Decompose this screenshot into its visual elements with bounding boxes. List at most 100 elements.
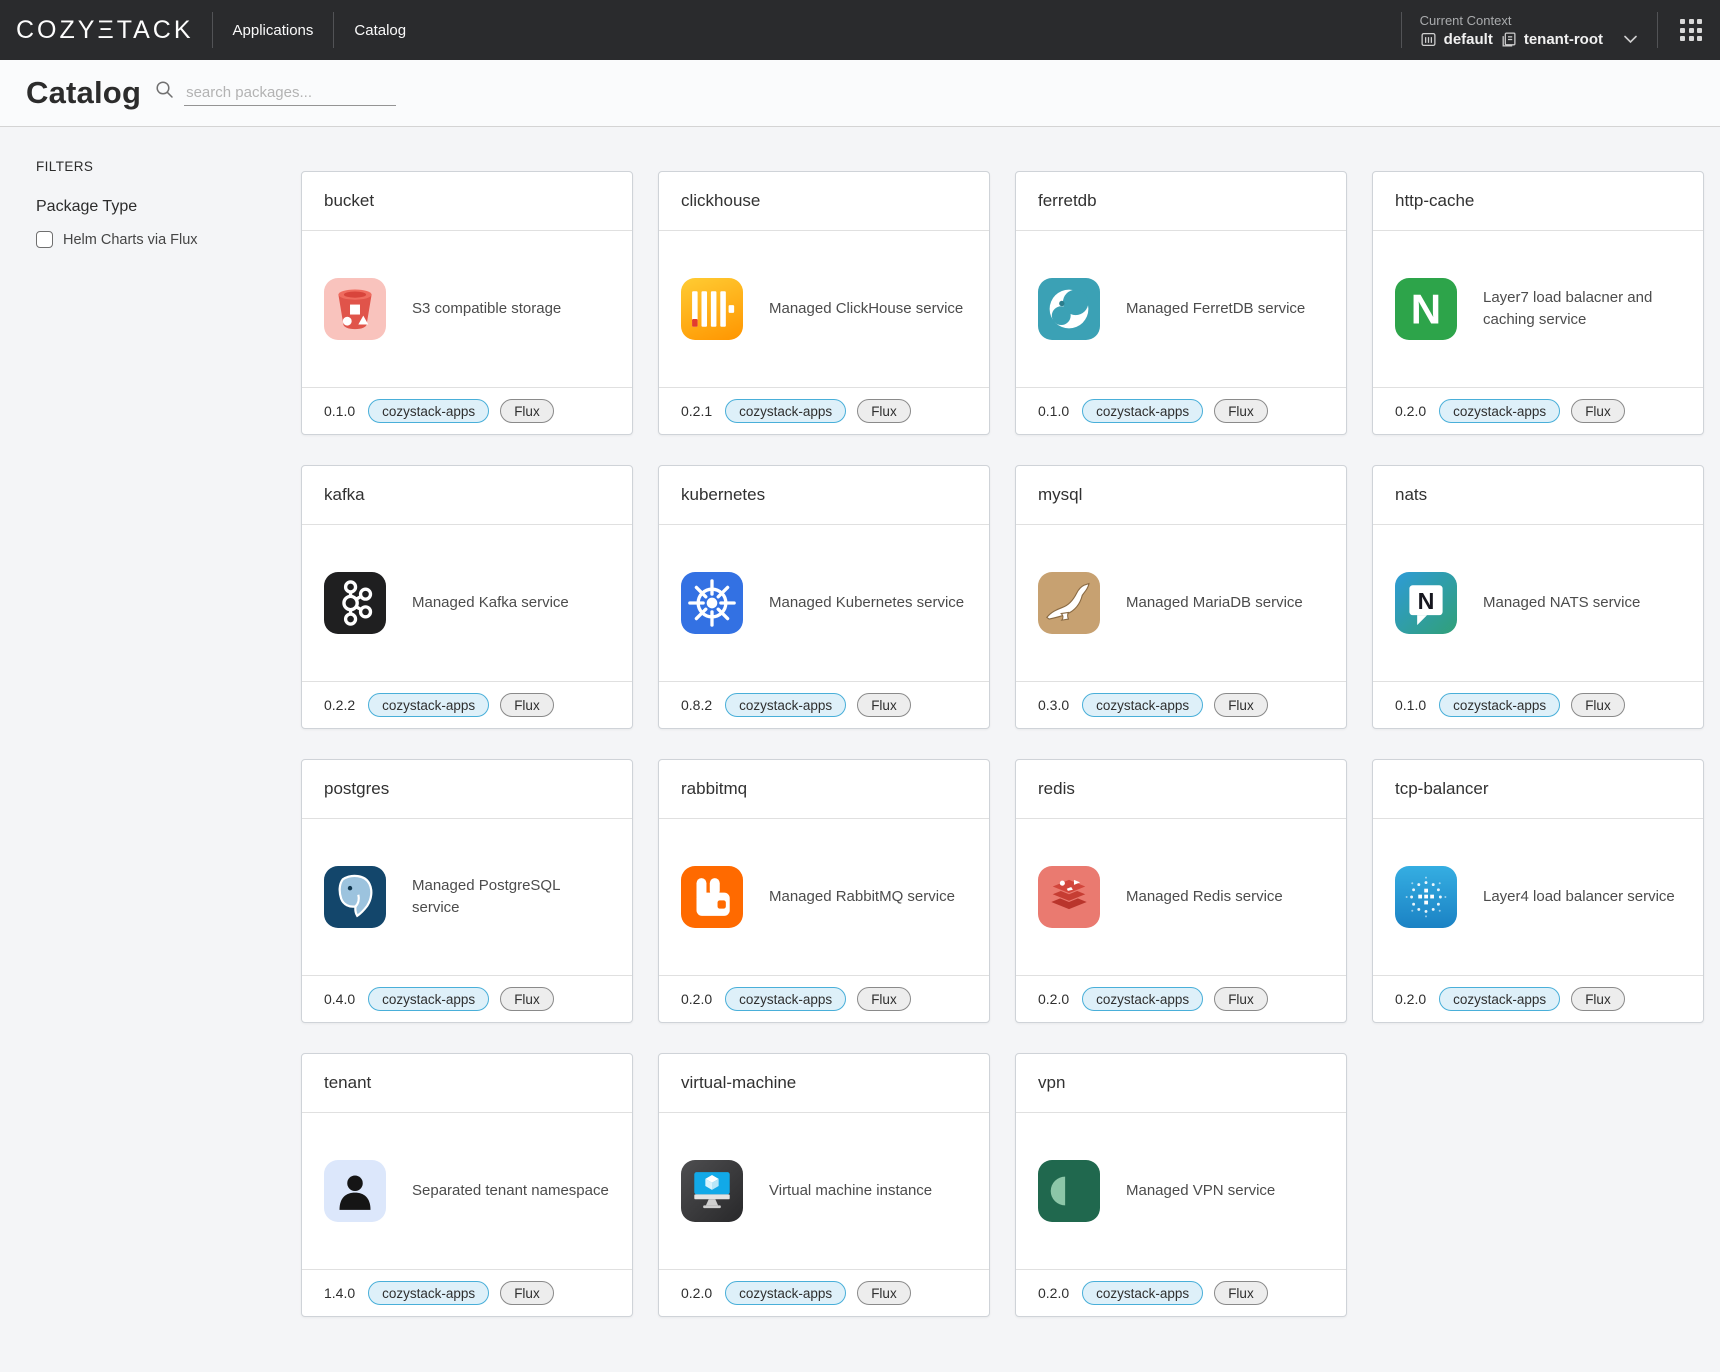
badge-flux: Flux	[1214, 987, 1268, 1011]
package-card-header: kafka	[302, 466, 632, 525]
package-name: mysql	[1038, 485, 1082, 504]
badge-cozystack-apps: cozystack-apps	[1082, 1281, 1203, 1305]
content-area: FILTERS Package Type Helm Charts via Flu…	[0, 127, 1720, 1317]
package-card[interactable]: kafka Managed Kafka service 0.2.2 cozyst…	[301, 465, 633, 729]
package-card-footer: 0.2.0 cozystack-appsFlux	[1373, 387, 1703, 434]
badge-flux: Flux	[1571, 693, 1625, 717]
kubernetes-icon	[681, 572, 743, 634]
package-card-footer: 0.1.0 cozystack-appsFlux	[302, 387, 632, 434]
cluster-icon	[1420, 31, 1437, 48]
package-description: Layer4 load balancer service	[1483, 886, 1675, 908]
rabbitmq-icon	[681, 866, 743, 928]
package-card-header: mysql	[1016, 466, 1346, 525]
package-card[interactable]: nats N Managed NATS service 0.1.0 cozyst…	[1372, 465, 1704, 729]
search-input[interactable]	[184, 80, 396, 106]
filter-option-label: Helm Charts via Flux	[63, 232, 198, 248]
package-card-body: Managed Kafka service	[302, 525, 632, 681]
package-version: 0.2.0	[1395, 991, 1426, 1007]
package-version: 0.1.0	[1038, 403, 1069, 419]
package-name: tcp-balancer	[1395, 779, 1489, 798]
package-card[interactable]: vpn Managed VPN service 0.2.0 cozystack-…	[1015, 1053, 1347, 1317]
helm-charts-checkbox[interactable]	[36, 231, 53, 248]
badge-flux: Flux	[857, 987, 911, 1011]
namespace-doc-icon	[1500, 31, 1517, 48]
package-card-body: Managed FerretDB service	[1016, 231, 1346, 387]
package-description: Separated tenant namespace	[412, 1180, 609, 1202]
package-name: postgres	[324, 779, 389, 798]
package-card-body: Managed Kubernetes service	[659, 525, 989, 681]
badge-cozystack-apps: cozystack-apps	[725, 693, 846, 717]
badge-cozystack-apps: cozystack-apps	[1439, 987, 1560, 1011]
filters-title: FILTERS	[36, 159, 301, 174]
package-card-header: bucket	[302, 172, 632, 231]
package-card[interactable]: rabbitmq Managed RabbitMQ service 0.2.0 …	[658, 759, 990, 1023]
package-description: Managed ClickHouse service	[769, 298, 963, 320]
badge-flux: Flux	[500, 693, 554, 717]
clickhouse-icon	[681, 278, 743, 340]
package-card[interactable]: tcp-balancer Layer4 load balancer servic…	[1372, 759, 1704, 1023]
filter-option-helm-charts[interactable]: Helm Charts via Flux	[36, 231, 301, 248]
package-card[interactable]: kubernetes Managed Kubernetes service 0.…	[658, 465, 990, 729]
package-card-footer: 0.2.0 cozystack-appsFlux	[659, 1269, 989, 1316]
package-version: 0.2.0	[1038, 991, 1069, 1007]
ferretdb-icon	[1038, 278, 1100, 340]
badge-flux: Flux	[1571, 987, 1625, 1011]
package-description: Managed VPN service	[1126, 1180, 1275, 1202]
package-version: 1.4.0	[324, 1285, 355, 1301]
package-card-body: Layer4 load balancer service	[1373, 819, 1703, 975]
app-grid-icon[interactable]	[1680, 19, 1702, 41]
package-description: Managed FerretDB service	[1126, 298, 1305, 320]
package-name: kubernetes	[681, 485, 765, 504]
package-card-header: clickhouse	[659, 172, 989, 231]
badge-flux: Flux	[1214, 1281, 1268, 1305]
package-card[interactable]: mysql Managed MariaDB service 0.3.0 cozy…	[1015, 465, 1347, 729]
package-card-header: rabbitmq	[659, 760, 989, 819]
cozystack-logo[interactable]: COZYΞTACK	[16, 16, 194, 45]
package-name: tenant	[324, 1073, 371, 1092]
package-card-body: Separated tenant namespace	[302, 1113, 632, 1269]
badge-cozystack-apps: cozystack-apps	[368, 1281, 489, 1305]
package-card-body: N Managed NATS service	[1373, 525, 1703, 681]
package-card-body: S3 compatible storage	[302, 231, 632, 387]
package-description: Managed Kubernetes service	[769, 592, 964, 614]
redis-icon	[1038, 866, 1100, 928]
package-description: Managed MariaDB service	[1126, 592, 1303, 614]
svg-text:N: N	[1418, 588, 1435, 614]
package-description: Managed NATS service	[1483, 592, 1640, 614]
badge-cozystack-apps: cozystack-apps	[1439, 693, 1560, 717]
package-card-body: Managed ClickHouse service	[659, 231, 989, 387]
package-description: Managed PostgreSQL service	[412, 875, 610, 919]
page-title: Catalog	[26, 75, 141, 111]
svg-text:N: N	[1411, 285, 1441, 332]
chevron-down-icon[interactable]	[1624, 35, 1637, 44]
package-card[interactable]: http-cache N Layer7 load balacner and ca…	[1372, 171, 1704, 435]
divider	[212, 12, 213, 48]
package-card[interactable]: postgres Managed PostgreSQL service 0.4.…	[301, 759, 633, 1023]
package-version: 0.1.0	[324, 403, 355, 419]
package-version: 0.2.0	[1038, 1285, 1069, 1301]
kafka-icon	[324, 572, 386, 634]
package-card[interactable]: tenant Separated tenant namespace 1.4.0 …	[301, 1053, 633, 1317]
package-card[interactable]: clickhouse Managed ClickHouse service 0.…	[658, 171, 990, 435]
divider	[333, 12, 334, 48]
package-name: virtual-machine	[681, 1073, 796, 1092]
package-name: ferretdb	[1038, 191, 1097, 210]
nav-catalog[interactable]: Catalog	[352, 18, 408, 43]
badge-cozystack-apps: cozystack-apps	[368, 987, 489, 1011]
package-card[interactable]: ferretdb Managed FerretDB service 0.1.0 …	[1015, 171, 1347, 435]
package-card-header: ferretdb	[1016, 172, 1346, 231]
package-card-body: N Layer7 load balacner and caching servi…	[1373, 231, 1703, 387]
badge-cozystack-apps: cozystack-apps	[1082, 693, 1203, 717]
package-name: bucket	[324, 191, 374, 210]
package-card-footer: 0.3.0 cozystack-appsFlux	[1016, 681, 1346, 728]
topbar: COZYΞTACK Applications Catalog Current C…	[0, 0, 1720, 60]
nav-applications[interactable]: Applications	[231, 18, 316, 43]
package-description: Managed Kafka service	[412, 592, 569, 614]
package-card-header: postgres	[302, 760, 632, 819]
tenant-icon	[324, 1160, 386, 1222]
package-card[interactable]: virtual-machine Virtual machine instance…	[658, 1053, 990, 1317]
current-context-selector[interactable]: Current Context default tenant-root	[1420, 13, 1637, 48]
package-card[interactable]: redis Managed Redis service 0.2.0 cozyst…	[1015, 759, 1347, 1023]
badge-flux: Flux	[500, 399, 554, 423]
package-card[interactable]: bucket S3 compatible storage 0.1.0 cozys…	[301, 171, 633, 435]
